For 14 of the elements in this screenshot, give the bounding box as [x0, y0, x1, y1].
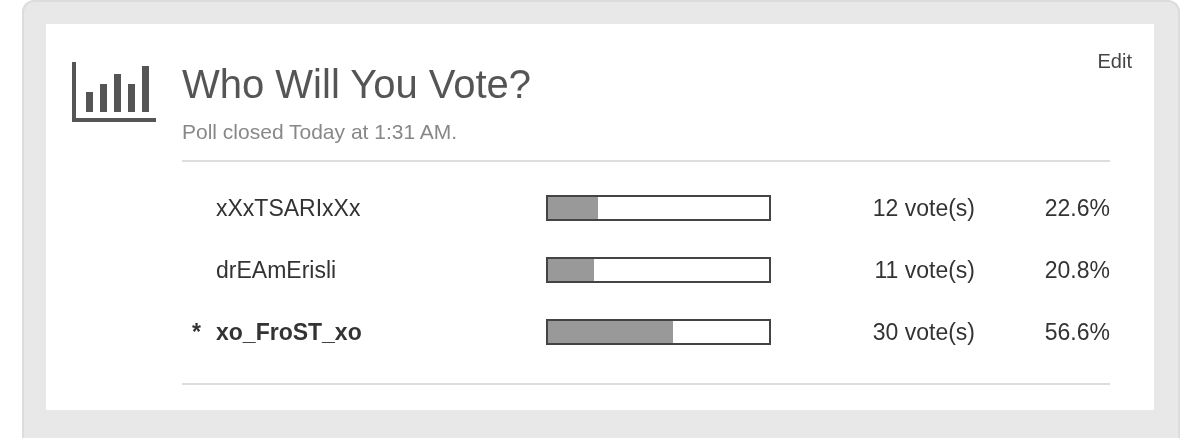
edit-link[interactable]: Edit: [1097, 50, 1132, 73]
vote-percent: 20.8%: [1043, 256, 1110, 284]
poll-status: Poll closed Today at 1:31 AM.: [182, 120, 459, 144]
vote-count: 11 vote(s): [873, 256, 975, 284]
vote-count: 30 vote(s): [871, 318, 975, 346]
option-name: drEAmErisli: [216, 256, 338, 284]
option-name: xXxTSARIxXx: [216, 194, 362, 222]
poll-title: Who Will You Vote?: [182, 62, 533, 106]
bar-chart-icon: [72, 62, 156, 122]
vote-count: 12 vote(s): [871, 194, 975, 222]
option-name: xo_FroST_xo: [216, 318, 363, 346]
vote-percent: 56.6%: [1043, 318, 1110, 346]
voted-marker: *: [191, 318, 201, 345]
vote-percent: 22.6%: [1043, 194, 1110, 222]
